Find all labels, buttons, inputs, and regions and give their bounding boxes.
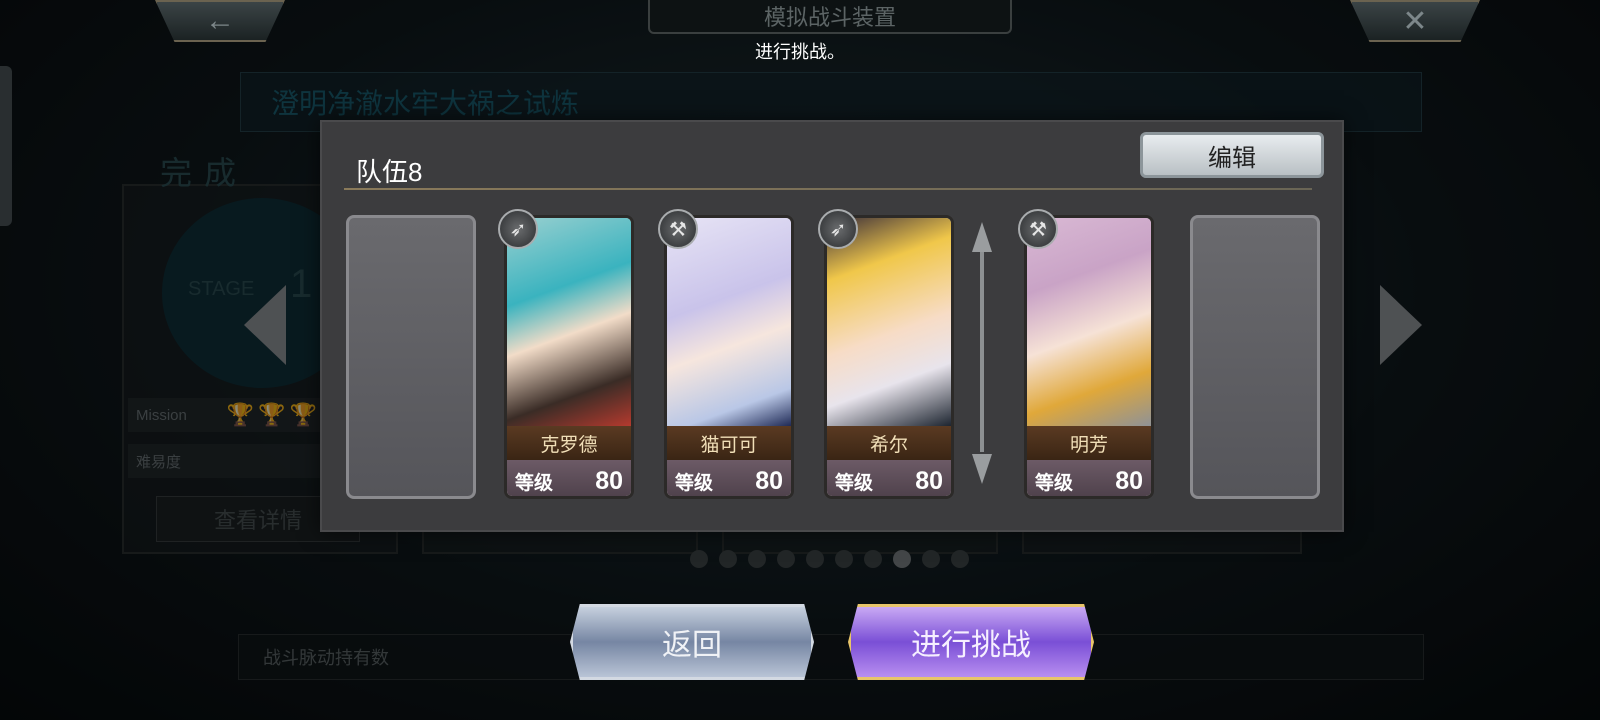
- member-card-frame: 猫可可 等级 80: [664, 215, 794, 499]
- return-button[interactable]: 返回: [570, 604, 814, 680]
- character-portrait: [1027, 218, 1151, 426]
- member-name: 猫可可: [667, 426, 791, 460]
- team-divider: [344, 188, 1312, 190]
- member-name: 希尔: [827, 426, 951, 460]
- team-member-card[interactable]: 希尔 等级 80 ➶: [818, 209, 954, 499]
- level-value: 80: [915, 466, 943, 495]
- instruction-text: 进行挑战。: [755, 42, 845, 62]
- arrow-down-icon: [972, 454, 992, 484]
- bow-icon: ➶: [818, 209, 858, 249]
- team-member-card[interactable]: 明芳 等级 80 ⚒: [1018, 209, 1154, 499]
- level-label: 等级: [515, 472, 554, 494]
- team-modal: 队伍8 编辑 克罗德 等级 80 ➶ 猫可可 等级 80 ⚒ 希尔 等级 80 …: [320, 120, 1344, 532]
- bow-icon: ➶: [498, 209, 538, 249]
- hammer-icon: ⚒: [1018, 209, 1058, 249]
- member-card-frame: 明芳 等级 80: [1024, 215, 1154, 499]
- level-label: 等级: [835, 472, 874, 494]
- empty-team-slot[interactable]: [346, 215, 476, 499]
- back-arrow-icon: ←: [205, 4, 235, 37]
- character-portrait: [667, 218, 791, 426]
- level-plate: 等级 80: [1027, 460, 1151, 496]
- level-plate: 等级 80: [667, 460, 791, 496]
- level-value: 80: [595, 466, 623, 495]
- screen-title: 模拟战斗装置: [648, 0, 1012, 34]
- empty-team-slot[interactable]: [1190, 215, 1320, 499]
- character-portrait: [827, 218, 951, 426]
- member-card-frame: 希尔 等级 80: [824, 215, 954, 499]
- member-name: 明芳: [1027, 426, 1151, 460]
- member-card-frame: 克罗德 等级 80: [504, 215, 634, 499]
- level-value: 80: [1115, 466, 1143, 495]
- close-button[interactable]: ✕: [1350, 0, 1480, 42]
- level-label: 等级: [675, 472, 714, 494]
- member-name: 克罗德: [507, 426, 631, 460]
- level-label: 等级: [1035, 472, 1074, 494]
- character-portrait: [507, 218, 631, 426]
- close-icon: ✕: [1402, 4, 1428, 38]
- level-plate: 等级 80: [507, 460, 631, 496]
- edit-button[interactable]: 编辑: [1140, 132, 1324, 178]
- team-member-card[interactable]: 猫可可 等级 80 ⚒: [658, 209, 794, 499]
- start-challenge-button[interactable]: 进行挑战: [848, 604, 1094, 680]
- team-member-card[interactable]: 克罗德 等级 80 ➶: [498, 209, 634, 499]
- level-value: 80: [755, 466, 783, 495]
- back-arrow-button[interactable]: ←: [155, 0, 285, 42]
- arrow-up-icon: [972, 222, 992, 252]
- level-plate: 等级 80: [827, 460, 951, 496]
- team-name: 队伍8: [356, 157, 423, 187]
- axe-icon: ⚒: [658, 209, 698, 249]
- swap-divider[interactable]: [970, 222, 994, 484]
